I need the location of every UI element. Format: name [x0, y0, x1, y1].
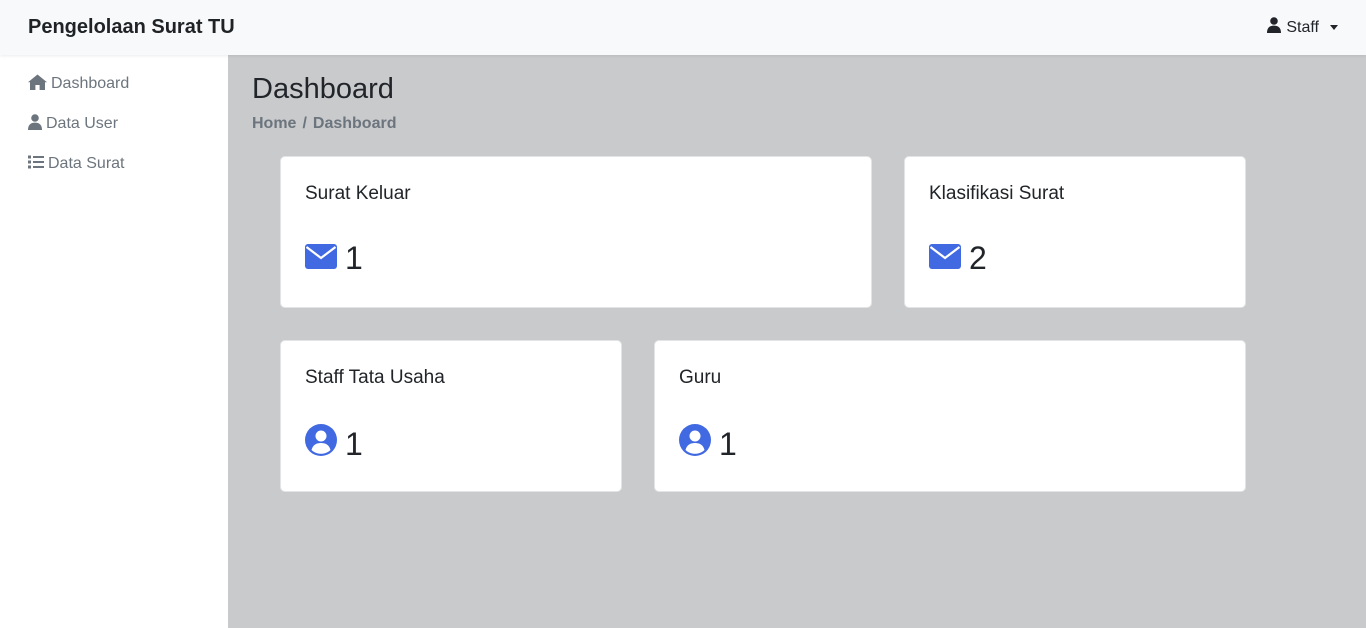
user-label: Staff: [1286, 18, 1319, 36]
main-content: Dashboard Home / Dashboard Surat Keluar …: [228, 55, 1366, 628]
sidebar: Dashboard Data User Data Surat: [0, 55, 228, 628]
envelope-icon: [305, 240, 337, 277]
sidebar-item-label: Data Surat: [48, 155, 125, 172]
card-value: 1: [345, 425, 363, 462]
card-surat-keluar: Surat Keluar 1: [280, 156, 872, 308]
sidebar-item-data-surat[interactable]: Data Surat: [0, 152, 228, 192]
card-value: 1: [719, 425, 737, 462]
breadcrumb-home[interactable]: Home: [252, 115, 296, 133]
card-title: Surat Keluar: [305, 183, 411, 204]
home-icon: [28, 74, 47, 95]
sidebar-item-label: Data User: [46, 115, 119, 132]
sidebar-item-dashboard[interactable]: Dashboard: [0, 72, 228, 112]
card-title: Guru: [679, 367, 722, 388]
user-dropdown[interactable]: Staff: [1267, 17, 1338, 38]
card-guru: Guru 1: [654, 340, 1246, 492]
top-navbar: Pengelolaan Surat TU Staff: [0, 0, 1366, 55]
card-value: 1: [345, 240, 363, 276]
breadcrumb-current: Dashboard: [312, 115, 397, 132]
user-circle-icon: [679, 424, 711, 464]
user-circle-icon: [305, 424, 337, 464]
page-title: Dashboard: [252, 73, 394, 105]
card-title: Klasifikasi Surat: [929, 183, 1065, 204]
card-title: Staff Tata Usaha: [305, 367, 445, 388]
breadcrumb: Home / Dashboard: [252, 115, 396, 133]
card-klasifikasi-surat: Klasifikasi Surat 2: [904, 156, 1246, 308]
breadcrumb-separator: /: [302, 115, 307, 132]
user-icon: [28, 113, 42, 135]
card-value: 2: [969, 240, 987, 276]
envelope-icon: [929, 240, 961, 277]
app-brand[interactable]: Pengelolaan Surat TU: [28, 16, 235, 39]
list-icon: [28, 155, 44, 174]
user-icon: [1267, 17, 1282, 38]
sidebar-item-data-user[interactable]: Data User: [0, 112, 228, 152]
caret-down-icon: [1330, 25, 1338, 30]
card-staff-tata-usaha: Staff Tata Usaha 1: [280, 340, 622, 492]
sidebar-item-label: Dashboard: [51, 75, 130, 92]
